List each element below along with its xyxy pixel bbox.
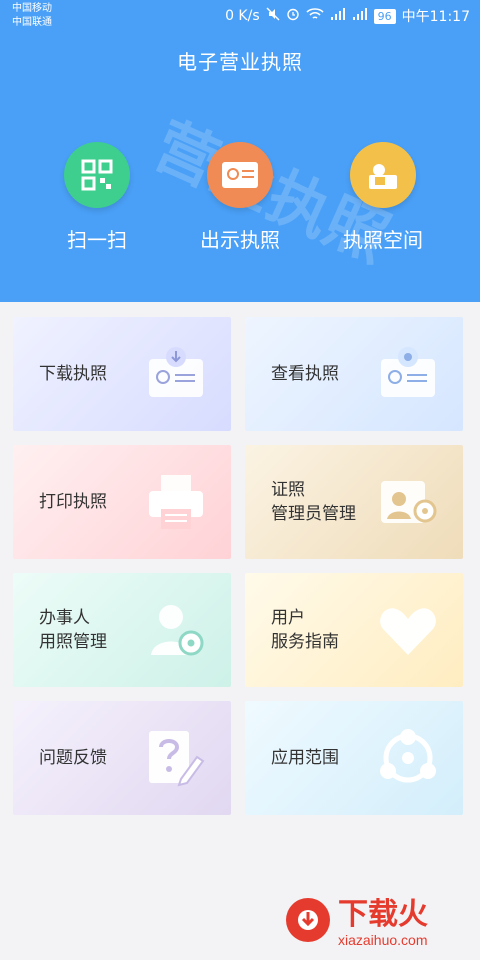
quick-action-license-space[interactable]: 执照空间 (308, 142, 458, 253)
tile-text: 打印执照 (39, 445, 107, 559)
tile-text: 问题反馈 (39, 701, 107, 815)
alarm-icon (286, 7, 300, 25)
tile-view-license[interactable]: 查看执照 (245, 317, 463, 431)
signal-icon (330, 7, 346, 25)
admin-management-icon (375, 469, 441, 535)
tile-text: 查看执照 (271, 317, 339, 431)
person-gear-icon (143, 597, 209, 663)
quick-action-scan[interactable]: 扫一扫 (22, 142, 172, 253)
quick-action-show-license[interactable]: 出示执照 (165, 142, 315, 253)
qr-code-icon (64, 142, 130, 208)
tile-text: 办事人 用照管理 (39, 573, 107, 687)
brand-logo-icon: 下载火 xiazaihuo.com (286, 898, 428, 948)
quick-action-label: 出示执照 (200, 228, 280, 252)
download-license-icon (143, 341, 209, 407)
wifi-icon (306, 7, 324, 25)
tile-label-line2: 管理员管理 (271, 504, 356, 524)
feedback-icon (143, 725, 209, 791)
tile-label-line2: 用照管理 (39, 632, 107, 652)
tile-feedback[interactable]: 问题反馈 (13, 701, 231, 815)
quick-action-label: 扫一扫 (67, 228, 127, 252)
tile-admin-management[interactable]: 证照 管理员管理 (245, 445, 463, 559)
tile-text: 证照 管理员管理 (271, 445, 356, 559)
person-card-icon (350, 142, 416, 208)
carrier-2: 中国联通 (12, 17, 52, 28)
network-speed: 0 K/s (225, 8, 260, 24)
tile-text: 下载执照 (39, 317, 107, 431)
battery-indicator: 96 (373, 8, 396, 24)
page-title: 电子营业执照 (177, 50, 303, 74)
status-right: 0 K/s 96 中午11:17 (225, 6, 470, 26)
tile-download-license[interactable]: 下载执照 (13, 317, 231, 431)
tile-label: 下载执照 (39, 364, 107, 384)
carrier-1: 中国移动 (12, 3, 52, 14)
printer-icon (143, 469, 209, 535)
tile-application-scope[interactable]: 应用范围 (245, 701, 463, 815)
mute-icon (266, 7, 280, 25)
tile-label: 问题反馈 (39, 748, 107, 768)
tile-label-line1: 用户 (271, 608, 305, 628)
license-card-icon (207, 142, 273, 208)
tile-label: 查看执照 (271, 364, 339, 384)
quick-action-label: 执照空间 (343, 228, 423, 252)
tile-label-line1: 办事人 (39, 608, 90, 628)
tile-text: 应用范围 (271, 701, 339, 815)
tile-label: 打印执照 (39, 492, 107, 512)
view-license-icon (375, 341, 441, 407)
heart-icon (375, 597, 441, 663)
share-scope-icon (375, 725, 441, 791)
tile-text: 用户 服务指南 (271, 573, 339, 687)
tile-print-license[interactable]: 打印执照 (13, 445, 231, 559)
tile-label-line2: 服务指南 (271, 632, 339, 652)
brand-url: xiazaihuo.com (338, 932, 428, 948)
brand-logo: 下载火 xiazaihuo.com (280, 890, 470, 950)
brand-name: 下载火 (338, 898, 428, 931)
signal-icon-2 (352, 7, 368, 25)
carrier-info: 中国移动 中国联通 (12, 2, 52, 30)
header-banner: 电子营业执照 营业执照 扫一扫 出示执照 执照空间 (0, 32, 480, 302)
tile-label-line1: 证照 (271, 480, 305, 500)
tile-label: 应用范围 (271, 748, 339, 768)
clock: 中午11:17 (401, 9, 470, 25)
status-bar: 中国移动 中国联通 0 K/s 96 中午11:17 (0, 0, 480, 32)
tile-service-guide[interactable]: 用户 服务指南 (245, 573, 463, 687)
tile-agent-management[interactable]: 办事人 用照管理 (13, 573, 231, 687)
